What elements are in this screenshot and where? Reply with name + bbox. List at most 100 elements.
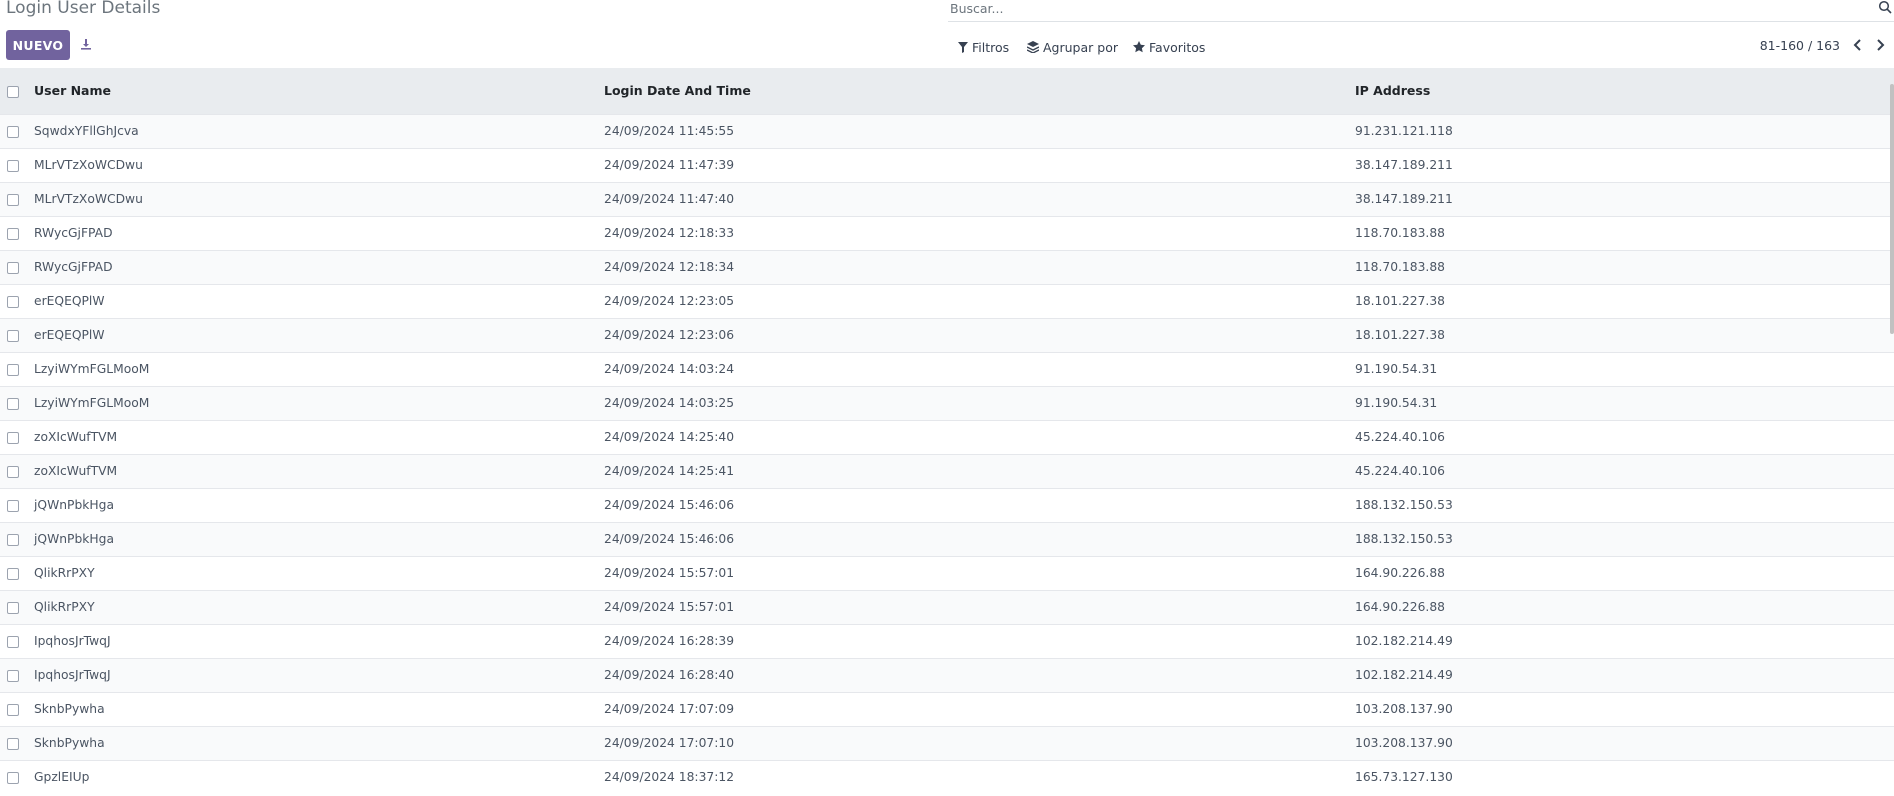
filters-toggle[interactable]: Filtros xyxy=(958,37,1009,57)
cell-login-date[interactable]: 24/09/2024 11:47:39 xyxy=(600,148,1350,182)
cell-login-date[interactable]: 24/09/2024 12:23:06 xyxy=(600,318,1350,352)
cell-ip-address[interactable]: 188.132.150.53 xyxy=(1350,522,1894,556)
table-row[interactable]: zoXIcWufTVM 24/09/2024 14:25:41 45.224.40.… xyxy=(0,454,1894,488)
cell-ip-address[interactable]: 103.208.137.90 xyxy=(1350,726,1894,760)
cell-user-name[interactable]: IpqhosJrTwqJ xyxy=(30,624,600,658)
cell-login-date[interactable]: 24/09/2024 16:28:40 xyxy=(600,658,1350,692)
cell-login-date[interactable]: 24/09/2024 11:45:55 xyxy=(600,114,1350,148)
cell-user-name[interactable]: RWycGjFPAD xyxy=(30,250,600,284)
row-checkbox[interactable] xyxy=(7,159,19,172)
row-checkbox[interactable] xyxy=(7,771,19,784)
cell-login-date[interactable]: 24/09/2024 12:18:33 xyxy=(600,216,1350,250)
cell-ip-address[interactable]: 102.182.214.49 xyxy=(1350,624,1894,658)
cell-ip-address[interactable]: 103.208.137.90 xyxy=(1350,692,1894,726)
pager-value[interactable]: 81-160 / 163 xyxy=(1760,37,1840,55)
row-checkbox[interactable] xyxy=(7,397,19,410)
cell-ip-address[interactable]: 91.231.121.118 xyxy=(1350,114,1894,148)
cell-user-name[interactable]: SknbPywha xyxy=(30,692,600,726)
search-icon[interactable] xyxy=(1878,0,1894,15)
select-all-checkbox[interactable] xyxy=(7,85,19,98)
cell-login-date[interactable]: 24/09/2024 12:18:34 xyxy=(600,250,1350,284)
scrollbar[interactable] xyxy=(1890,84,1894,334)
cell-ip-address[interactable]: 164.90.226.88 xyxy=(1350,556,1894,590)
table-row[interactable]: zoXIcWufTVM 24/09/2024 14:25:40 45.224.40.… xyxy=(0,420,1894,454)
row-checkbox[interactable] xyxy=(7,193,19,206)
row-checkbox[interactable] xyxy=(7,227,19,240)
cell-user-name[interactable]: QlikRrPXY xyxy=(30,556,600,590)
search-input[interactable] xyxy=(950,0,1850,18)
table-row[interactable]: MLrVTzXoWCDwu 24/09/2024 11:47:40 38.147.1… xyxy=(0,182,1894,216)
table-row[interactable]: RWycGjFPAD 24/09/2024 12:18:34 118.70.183.… xyxy=(0,250,1894,284)
cell-ip-address[interactable]: 102.182.214.49 xyxy=(1350,658,1894,692)
row-checkbox[interactable] xyxy=(7,363,19,376)
row-checkbox[interactable] xyxy=(7,703,19,716)
cell-login-date[interactable]: 24/09/2024 14:25:41 xyxy=(600,454,1350,488)
row-checkbox[interactable] xyxy=(7,533,19,546)
cell-user-name[interactable]: zoXIcWufTVM xyxy=(30,454,600,488)
row-checkbox[interactable] xyxy=(7,567,19,580)
chevron-left-icon[interactable] xyxy=(1849,36,1867,54)
cell-user-name[interactable]: SqwdxYFllGhJcva xyxy=(30,114,600,148)
cell-user-name[interactable]: erEQEQPlW xyxy=(30,284,600,318)
table-row[interactable]: erEQEQPlW 24/09/2024 12:23:06 18.101.227.3… xyxy=(0,318,1894,352)
cell-login-date[interactable]: 24/09/2024 15:57:01 xyxy=(600,556,1350,590)
column-header-ip-address[interactable]: IP Address xyxy=(1350,68,1894,114)
row-checkbox[interactable] xyxy=(7,465,19,478)
cell-ip-address[interactable]: 188.132.150.53 xyxy=(1350,488,1894,522)
cell-login-date[interactable]: 24/09/2024 14:03:25 xyxy=(600,386,1350,420)
table-row[interactable]: QlikRrPXY 24/09/2024 15:57:01 164.90.226.8… xyxy=(0,556,1894,590)
table-row[interactable]: RWycGjFPAD 24/09/2024 12:18:33 118.70.183.… xyxy=(0,216,1894,250)
cell-login-date[interactable]: 24/09/2024 17:07:09 xyxy=(600,692,1350,726)
table-row[interactable]: LzyiWYmFGLMooM 24/09/2024 14:03:24 91.190.… xyxy=(0,352,1894,386)
cell-ip-address[interactable]: 118.70.183.88 xyxy=(1350,216,1894,250)
cell-ip-address[interactable]: 18.101.227.38 xyxy=(1350,284,1894,318)
cell-user-name[interactable]: LzyiWYmFGLMooM xyxy=(30,386,600,420)
row-checkbox[interactable] xyxy=(7,431,19,444)
row-checkbox[interactable] xyxy=(7,601,19,614)
cell-user-name[interactable]: jQWnPbkHga xyxy=(30,522,600,556)
cell-login-date[interactable]: 24/09/2024 18:37:12 xyxy=(600,760,1350,794)
cell-user-name[interactable]: MLrVTzXoWCDwu xyxy=(30,148,600,182)
cell-user-name[interactable]: erEQEQPlW xyxy=(30,318,600,352)
table-row[interactable]: jQWnPbkHga 24/09/2024 15:46:06 188.132.150… xyxy=(0,488,1894,522)
table-row[interactable]: SknbPywha 24/09/2024 17:07:09 103.208.137.… xyxy=(0,692,1894,726)
cell-login-date[interactable]: 24/09/2024 15:57:01 xyxy=(600,590,1350,624)
column-header-login-date[interactable]: Login Date And Time xyxy=(600,68,1350,114)
cell-user-name[interactable]: GpzlEIUp xyxy=(30,760,600,794)
cell-user-name[interactable]: zoXIcWufTVM xyxy=(30,420,600,454)
table-row[interactable]: IpqhosJrTwqJ 24/09/2024 16:28:39 102.182.2… xyxy=(0,624,1894,658)
cell-user-name[interactable]: LzyiWYmFGLMooM xyxy=(30,352,600,386)
cell-user-name[interactable]: RWycGjFPAD xyxy=(30,216,600,250)
table-row[interactable]: MLrVTzXoWCDwu 24/09/2024 11:47:39 38.147.1… xyxy=(0,148,1894,182)
cell-login-date[interactable]: 24/09/2024 16:28:39 xyxy=(600,624,1350,658)
row-checkbox[interactable] xyxy=(7,635,19,648)
table-row[interactable]: jQWnPbkHga 24/09/2024 15:46:06 188.132.150… xyxy=(0,522,1894,556)
download-icon[interactable] xyxy=(76,34,96,54)
table-row[interactable]: LzyiWYmFGLMooM 24/09/2024 14:03:25 91.190.… xyxy=(0,386,1894,420)
row-checkbox[interactable] xyxy=(7,329,19,342)
table-row[interactable]: erEQEQPlW 24/09/2024 12:23:05 18.101.227.3… xyxy=(0,284,1894,318)
new-button[interactable]: NUEVO xyxy=(6,30,70,60)
cell-user-name[interactable]: SknbPywha xyxy=(30,726,600,760)
cell-ip-address[interactable]: 165.73.127.130 xyxy=(1350,760,1894,794)
cell-user-name[interactable]: jQWnPbkHga xyxy=(30,488,600,522)
row-checkbox[interactable] xyxy=(7,261,19,274)
column-header-user-name[interactable]: User Name xyxy=(30,68,600,114)
row-checkbox[interactable] xyxy=(7,499,19,512)
cell-login-date[interactable]: 24/09/2024 14:03:24 xyxy=(600,352,1350,386)
row-checkbox[interactable] xyxy=(7,737,19,750)
groupby-toggle[interactable]: Agrupar por xyxy=(1027,37,1118,57)
cell-login-date[interactable]: 24/09/2024 11:47:40 xyxy=(600,182,1350,216)
cell-ip-address[interactable]: 91.190.54.31 xyxy=(1350,352,1894,386)
cell-login-date[interactable]: 24/09/2024 15:46:06 xyxy=(600,488,1350,522)
cell-ip-address[interactable]: 164.90.226.88 xyxy=(1350,590,1894,624)
cell-ip-address[interactable]: 118.70.183.88 xyxy=(1350,250,1894,284)
cell-user-name[interactable]: QlikRrPXY xyxy=(30,590,600,624)
cell-ip-address[interactable]: 91.190.54.31 xyxy=(1350,386,1894,420)
cell-login-date[interactable]: 24/09/2024 15:46:06 xyxy=(600,522,1350,556)
row-checkbox[interactable] xyxy=(7,669,19,682)
chevron-right-icon[interactable] xyxy=(1871,36,1889,54)
table-row[interactable]: IpqhosJrTwqJ 24/09/2024 16:28:40 102.182.2… xyxy=(0,658,1894,692)
cell-user-name[interactable]: IpqhosJrTwqJ xyxy=(30,658,600,692)
table-row[interactable]: QlikRrPXY 24/09/2024 15:57:01 164.90.226.8… xyxy=(0,590,1894,624)
